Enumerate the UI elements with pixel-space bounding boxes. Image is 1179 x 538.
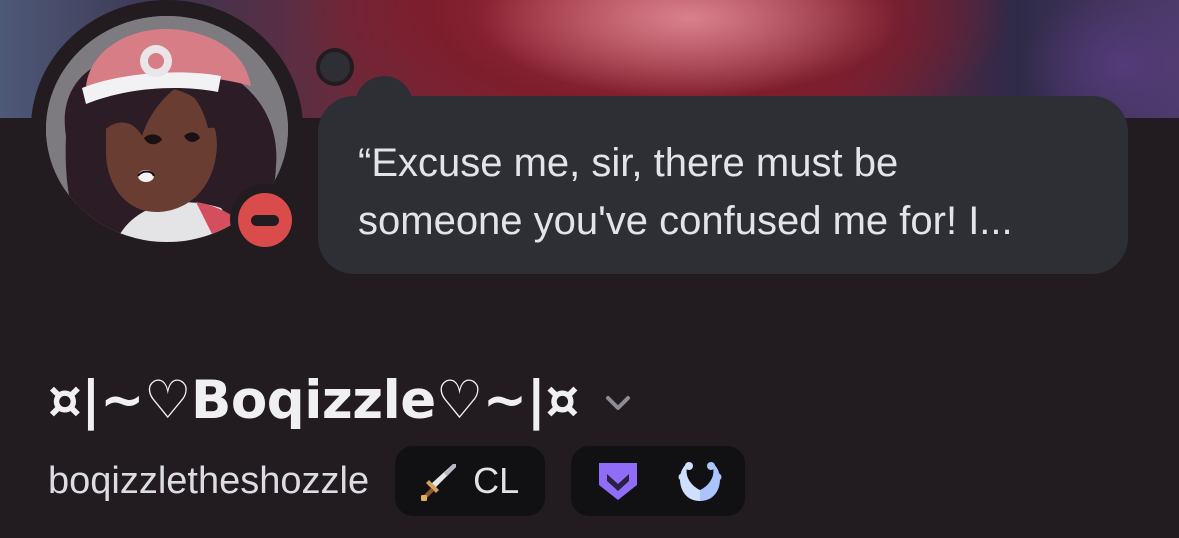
guild-tag[interactable]: CL xyxy=(395,446,546,516)
custom-status-bubble[interactable]: “Excuse me, sir, there must be someone y… xyxy=(318,96,1128,274)
display-name-row[interactable]: ¤|~♡Boqizzle♡~|¤ xyxy=(48,365,635,435)
username-row: boqizzletheshozzle CL xyxy=(48,446,746,516)
guild-tag-label: CL xyxy=(473,460,520,501)
sword-icon xyxy=(421,464,457,501)
thought-bubble-dot-small xyxy=(316,48,354,86)
laurel-badge-icon[interactable] xyxy=(675,457,725,505)
custom-status-text: “Excuse me, sir, there must be someone y… xyxy=(358,141,1013,243)
chevron-down-icon[interactable] xyxy=(601,386,635,420)
hypesquad-badge-icon[interactable] xyxy=(595,459,641,503)
display-name: ¤|~♡Boqizzle♡~|¤ xyxy=(48,369,579,431)
username: boqizzletheshozzle xyxy=(48,459,370,502)
do-not-disturb-bar xyxy=(251,215,279,226)
badges-container xyxy=(571,446,746,516)
do-not-disturb-icon xyxy=(238,193,292,247)
